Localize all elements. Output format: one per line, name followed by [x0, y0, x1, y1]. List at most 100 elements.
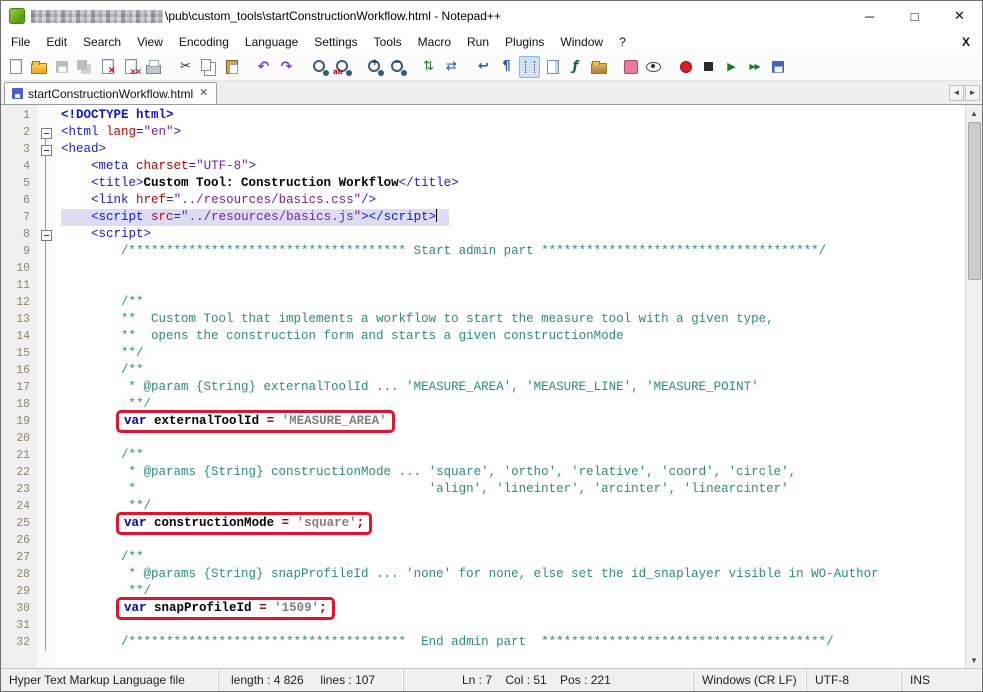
- scrollbar-track[interactable]: [966, 121, 982, 652]
- tab-close-icon[interactable]: ✕: [198, 88, 209, 99]
- fold-margin: [37, 549, 55, 566]
- menu-language[interactable]: Language: [237, 32, 306, 52]
- replace-button[interactable]: [331, 56, 352, 78]
- menu-tools[interactable]: Tools: [366, 32, 410, 52]
- menubar-close-x[interactable]: X: [950, 35, 982, 49]
- menu-help[interactable]: ?: [611, 32, 634, 52]
- undo-icon: [255, 58, 272, 75]
- code-line-25: 25 var constructionMode = 'square';: [1, 515, 965, 532]
- zoom-out-button[interactable]: [386, 56, 407, 78]
- zoom-in-button[interactable]: [363, 56, 384, 78]
- save-recorded-macro-button[interactable]: [767, 56, 788, 78]
- document-monitoring-button[interactable]: [643, 56, 664, 78]
- notepad-plus-plus-icon: [9, 8, 25, 24]
- redo-icon: [278, 58, 295, 75]
- code-line-12: 12 /**: [1, 294, 965, 311]
- save-button[interactable]: [51, 56, 72, 78]
- code-text: [55, 260, 965, 277]
- folder-as-workspace-button[interactable]: [588, 56, 609, 78]
- menu-macro[interactable]: Macro: [410, 32, 459, 52]
- sync-vertical-scroll-button[interactable]: [418, 56, 439, 78]
- menu-window[interactable]: Window: [552, 32, 611, 52]
- fold-toggle-icon[interactable]: [37, 124, 55, 141]
- close-all-button[interactable]: [120, 56, 141, 78]
- maximize-button[interactable]: □: [892, 1, 937, 31]
- title-bar[interactable]: \pub\custom_tools\startConstructionWorkf…: [1, 1, 982, 31]
- start-recording-button[interactable]: [675, 56, 696, 78]
- word-wrap-button[interactable]: [473, 56, 494, 78]
- redo-button[interactable]: [276, 56, 297, 78]
- menu-search[interactable]: Search: [75, 32, 129, 52]
- run-macro-multiple-times-button[interactable]: [744, 56, 765, 78]
- close-button[interactable]: [97, 56, 118, 78]
- playback-button[interactable]: [721, 56, 742, 78]
- plugin-button[interactable]: [620, 56, 641, 78]
- print-button[interactable]: [143, 56, 164, 78]
- fold-margin: [37, 464, 55, 481]
- menu-settings[interactable]: Settings: [306, 32, 365, 52]
- fold-margin: [37, 192, 55, 209]
- fold-margin: [37, 328, 55, 345]
- scroll-down-icon[interactable]: ▼: [966, 652, 982, 668]
- cut-button[interactable]: [175, 56, 196, 78]
- stop-recording-button[interactable]: [698, 56, 719, 78]
- minimize-button[interactable]: ─: [847, 1, 892, 31]
- code-text: <script src="../resources/basics.js"></s…: [55, 209, 965, 226]
- tab-scroll-right-icon[interactable]: ►: [965, 85, 980, 101]
- show-all-characters-button[interactable]: [496, 56, 517, 78]
- save-all-button[interactable]: [74, 56, 95, 78]
- close-button[interactable]: ✕: [937, 1, 982, 31]
- fold-toggle-icon[interactable]: [37, 226, 55, 243]
- menu-run[interactable]: Run: [459, 32, 497, 52]
- line-number: 32: [1, 634, 37, 651]
- code-text: * @params {String} constructionMode ... …: [55, 464, 965, 481]
- code-text: <link href="../resources/basics.css"/>: [55, 192, 965, 209]
- sync-horizontal-scroll-button[interactable]: [441, 56, 462, 78]
- menu-file[interactable]: File: [3, 32, 38, 52]
- line-number: 2: [1, 124, 37, 141]
- fold-margin: [37, 362, 55, 379]
- code-area[interactable]: 1<!DOCTYPE html>2<html lang="en">3<head>…: [1, 105, 965, 668]
- code-line-27: 27 /**: [1, 549, 965, 566]
- line-number: 16: [1, 362, 37, 379]
- menu-plugins[interactable]: Plugins: [497, 32, 552, 52]
- sync-vertical-icon: [420, 58, 437, 75]
- current-line-highlight: <script src="../resources/basics.js"></s…: [61, 209, 449, 226]
- scroll-up-icon[interactable]: ▲: [966, 105, 982, 121]
- code-line-2: 2<html lang="en">: [1, 124, 965, 141]
- show-indent-guide-button[interactable]: [519, 56, 540, 78]
- fold-toggle-icon[interactable]: [37, 141, 55, 158]
- pilcrow-icon: [498, 58, 515, 75]
- code-line-21: 21 /**: [1, 447, 965, 464]
- code-text: <!DOCTYPE html>: [55, 107, 965, 124]
- scrollbar-thumb[interactable]: [968, 122, 981, 280]
- tab-scroll-left-icon[interactable]: ◄: [949, 85, 964, 101]
- open-file-button[interactable]: [28, 56, 49, 78]
- fold-margin: [37, 532, 55, 549]
- find-button[interactable]: [308, 56, 329, 78]
- document-map-button[interactable]: [542, 56, 563, 78]
- undo-button[interactable]: [253, 56, 274, 78]
- function-list-button[interactable]: [565, 56, 586, 78]
- menu-edit[interactable]: Edit: [38, 32, 75, 52]
- menu-view[interactable]: View: [129, 32, 171, 52]
- zoom-out-icon: [388, 58, 405, 75]
- code-text: ** Custom Tool that implements a workflo…: [55, 311, 965, 328]
- tab-bar: startConstructionWorkflow.html ✕ ◄ ►: [1, 81, 982, 105]
- indent-guide-icon: [521, 58, 538, 75]
- code-line-14: 14 ** opens the construction form and st…: [1, 328, 965, 345]
- fold-margin: [37, 243, 55, 260]
- status-eol-format[interactable]: Windows (CR LF): [694, 669, 807, 691]
- status-insert-mode[interactable]: INS: [902, 669, 982, 691]
- menu-encoding[interactable]: Encoding: [171, 32, 237, 52]
- save-macro-icon: [769, 58, 786, 75]
- fold-margin: [37, 498, 55, 515]
- copy-button[interactable]: [198, 56, 219, 78]
- tab-start-construction-workflow[interactable]: startConstructionWorkflow.html ✕: [4, 82, 217, 104]
- new-file-button[interactable]: [5, 56, 26, 78]
- paste-button[interactable]: [221, 56, 242, 78]
- status-encoding[interactable]: UTF-8: [807, 669, 902, 691]
- vertical-scrollbar[interactable]: ▲ ▼: [965, 105, 982, 668]
- fold-margin: [37, 311, 55, 328]
- fold-margin: [37, 447, 55, 464]
